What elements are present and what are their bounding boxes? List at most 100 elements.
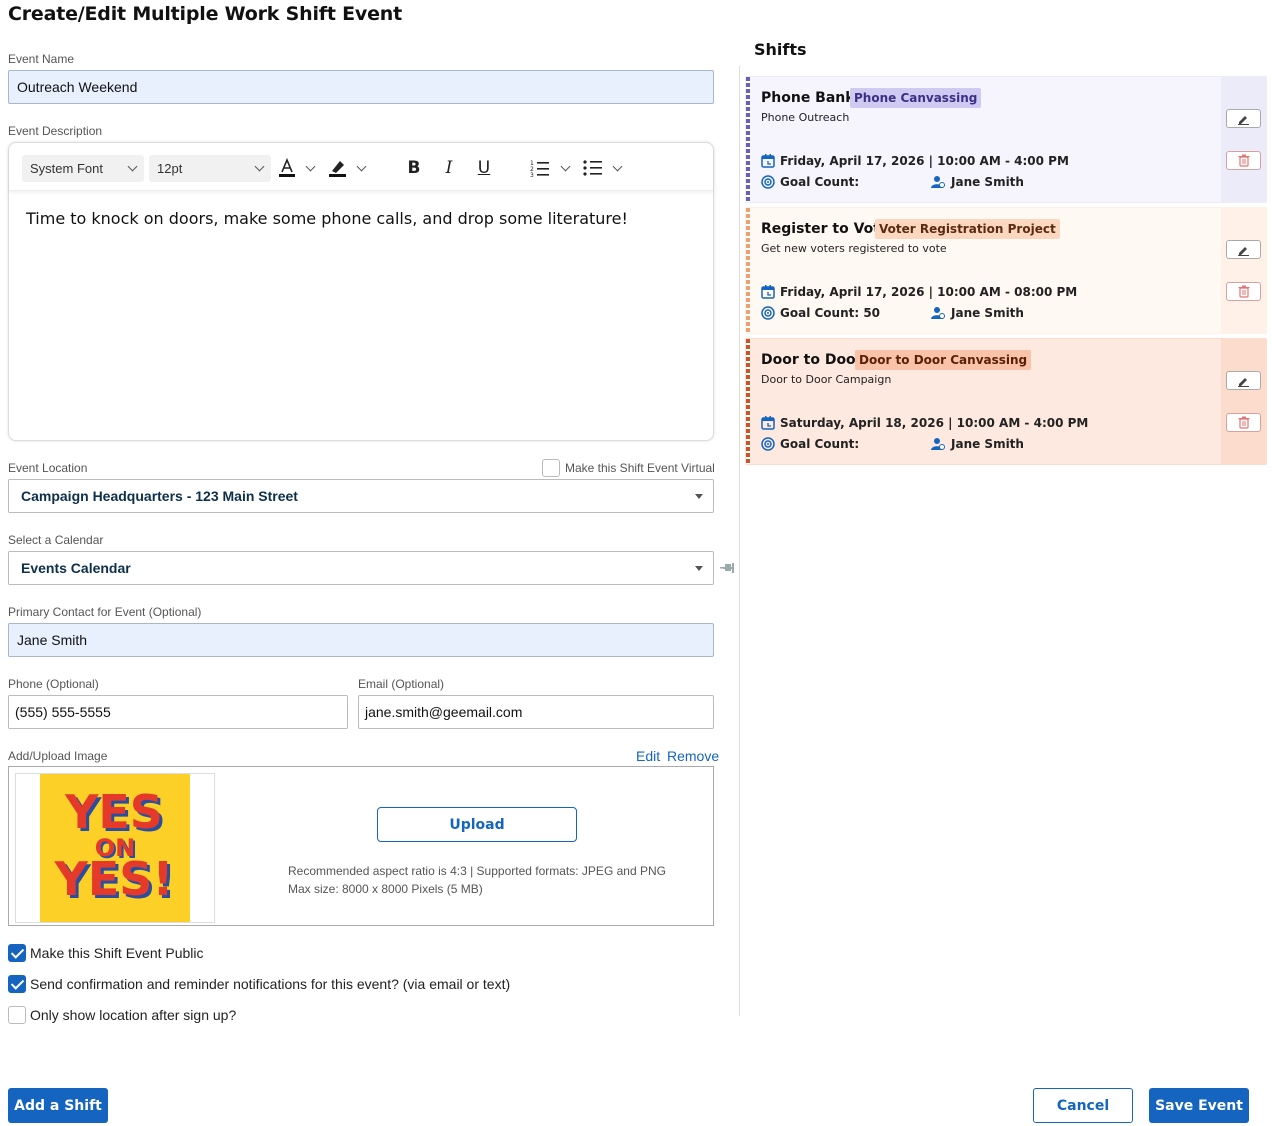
add-shift-button[interactable]: Add a Shift — [8, 1088, 108, 1123]
event-description-label: Event Description — [8, 124, 103, 138]
calendar-clock-icon — [761, 285, 775, 299]
caret-down-icon — [695, 565, 703, 571]
font-size-select[interactable]: 12pt — [149, 155, 271, 182]
calendar-label: Select a Calendar — [8, 533, 104, 547]
delete-shift-button[interactable] — [1226, 282, 1261, 301]
bulleted-list-icon[interactable] — [582, 156, 604, 180]
event-name-input[interactable]: Outreach Weekend — [8, 70, 714, 104]
bold-icon[interactable]: B — [404, 156, 424, 180]
yes-on-yes-graphic: YES YES ON ON YES! YES! — [54, 785, 177, 909]
shift-actions-panel — [1221, 77, 1266, 202]
shift-date: Saturday, April 18, 2026 | 10:00 AM - 4:… — [780, 416, 1089, 430]
shift-contact-row: Jane Smith — [931, 437, 1024, 451]
image-helper-line-2: Max size: 8000 x 8000 Pixels (5 MB) — [288, 882, 483, 896]
italic-icon[interactable]: I — [439, 156, 459, 180]
edit-shift-button[interactable] — [1226, 371, 1261, 390]
editor-toolbar: System Font 12pt B I U 123 — [9, 143, 713, 191]
image-label: Add/Upload Image — [8, 749, 108, 763]
image-edit-link[interactable]: Edit — [636, 748, 660, 764]
public-toggle[interactable]: Make this Shift Event Public — [8, 944, 204, 962]
virtual-checkbox[interactable] — [542, 459, 560, 477]
virtual-checkbox-label: Make this Shift Event Virtual — [565, 461, 715, 475]
save-event-button[interactable]: Save Event — [1149, 1088, 1249, 1123]
phone-label: Phone (Optional) — [8, 677, 99, 691]
location-after-signup-toggle[interactable]: Only show location after sign up? — [8, 1006, 236, 1024]
text-color-icon[interactable] — [277, 156, 297, 180]
image-thumbnail-frame: YES YES ON ON YES! YES! — [15, 773, 215, 923]
chevron-down-icon[interactable] — [353, 156, 369, 180]
target-icon — [761, 306, 775, 320]
pencil-icon — [1237, 113, 1250, 125]
public-checkbox-label: Make this Shift Event Public — [30, 945, 204, 961]
shift-goal: Goal Count: — [780, 175, 860, 189]
shift-actions-panel — [1221, 208, 1266, 333]
notifications-toggle[interactable]: Send confirmation and reminder notificat… — [8, 975, 510, 993]
shift-goal-row: Goal Count: — [761, 437, 859, 451]
event-location-select[interactable]: Campaign Headquarters - 123 Main Street — [8, 479, 714, 513]
shift-card[interactable]: Door to Door Door to Door Canvassing Door … — [745, 338, 1267, 465]
shift-date-row: Friday, April 17, 2026 | 10:00 AM - 08:0… — [761, 285, 1077, 299]
email-input[interactable]: jane.smith@geemail.com — [358, 695, 714, 729]
upload-button[interactable]: Upload — [377, 807, 577, 842]
shift-type-badge: Voter Registration Project — [875, 219, 1060, 239]
public-checkbox[interactable] — [8, 944, 26, 962]
email-label: Email (Optional) — [358, 677, 445, 691]
shift-goal-row: Goal Count: 50 — [761, 306, 880, 320]
chevron-down-icon[interactable] — [557, 156, 573, 180]
numbered-list-icon[interactable]: 123 — [529, 156, 551, 180]
cancel-button[interactable]: Cancel — [1033, 1088, 1133, 1123]
image-upload-box: YES YES ON ON YES! YES! Upload Recommend… — [8, 766, 714, 926]
primary-contact-input[interactable]: Jane Smith — [8, 623, 714, 657]
chevron-down-icon — [254, 161, 265, 172]
pencil-icon — [1237, 244, 1250, 256]
shift-contact: Jane Smith — [951, 306, 1024, 320]
edit-shift-button[interactable] — [1226, 109, 1261, 128]
trash-icon — [1238, 154, 1250, 167]
virtual-toggle[interactable]: Make this Shift Event Virtual — [542, 459, 715, 477]
person-icon — [931, 306, 945, 320]
calendar-value: Events Calendar — [21, 560, 131, 576]
font-family-select[interactable]: System Font — [22, 155, 144, 182]
thumb-line-3: YES! — [54, 852, 174, 906]
calendar-select[interactable]: Events Calendar — [8, 551, 714, 585]
location-after-signup-checkbox[interactable] — [8, 1006, 26, 1024]
shift-contact-row: Jane Smith — [931, 175, 1024, 189]
caret-down-icon — [695, 493, 703, 499]
shift-card[interactable]: Register to Vote Voter Registration Proje… — [745, 207, 1267, 334]
shift-actions-panel — [1221, 339, 1266, 464]
notifications-checkbox[interactable] — [8, 975, 26, 993]
thumb-line-1: YES — [64, 785, 163, 839]
column-divider — [739, 66, 740, 1016]
target-icon — [761, 437, 775, 451]
shifts-title: Shifts — [754, 40, 807, 59]
shift-name: Door to Door — [761, 352, 863, 368]
delete-shift-button[interactable] — [1226, 151, 1261, 170]
trash-icon — [1238, 285, 1250, 298]
shift-date: Friday, April 17, 2026 | 10:00 AM - 4:00… — [780, 154, 1069, 168]
chevron-down-icon — [127, 161, 138, 172]
person-icon — [931, 175, 945, 189]
shift-type-badge: Door to Door Canvassing — [855, 350, 1032, 370]
underline-icon[interactable]: U — [474, 156, 494, 180]
calendar-clock-icon — [761, 154, 775, 168]
primary-contact-label: Primary Contact for Event (Optional) — [8, 605, 202, 619]
chevron-down-icon[interactable] — [609, 156, 625, 180]
event-description-text[interactable]: Time to knock on doors, make some phone … — [26, 209, 628, 228]
shift-card[interactable]: Phone Bank Phone Canvassing Phone Outreach… — [745, 76, 1267, 203]
shift-goal: Goal Count: 50 — [780, 306, 881, 320]
rich-text-editor: System Font 12pt B I U 123 Time to knock… — [8, 142, 714, 441]
pin-icon[interactable] — [720, 561, 736, 580]
delete-shift-button[interactable] — [1226, 413, 1261, 432]
shift-color-stripe — [746, 77, 750, 202]
image-remove-link[interactable]: Remove — [667, 748, 719, 764]
phone-input[interactable]: (555) 555-5555 — [8, 695, 348, 729]
chevron-down-icon[interactable] — [302, 156, 318, 180]
shift-date: Friday, April 17, 2026 | 10:00 AM - 08:0… — [780, 285, 1078, 299]
page-title: Create/Edit Multiple Work Shift Event — [8, 3, 402, 25]
edit-shift-button[interactable] — [1226, 240, 1261, 259]
target-icon — [761, 175, 775, 189]
image-helper-line-1: Recommended aspect ratio is 4:3 | Suppor… — [288, 864, 666, 878]
highlight-color-icon[interactable] — [327, 156, 349, 180]
location-after-signup-label: Only show location after sign up? — [30, 1007, 237, 1023]
shift-goal: Goal Count: — [780, 437, 860, 451]
